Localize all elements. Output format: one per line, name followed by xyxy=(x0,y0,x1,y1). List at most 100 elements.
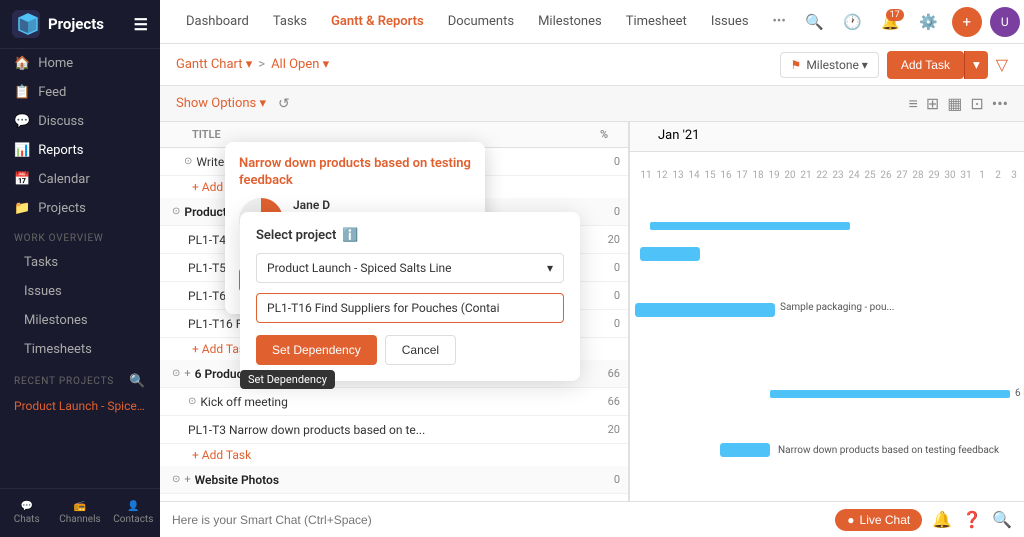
app-title: Projects xyxy=(48,15,104,33)
notifications-icon-bottom[interactable]: 🔔 xyxy=(932,510,952,529)
task-title: Kick off meeting xyxy=(200,395,588,409)
group3-collapse-icon[interactable]: ⊙ xyxy=(172,474,180,485)
nav-timesheet[interactable]: Timesheet xyxy=(616,8,697,35)
help-icon-bottom[interactable]: ❓ xyxy=(962,510,982,529)
subtoolbar-right: ≡ ⊞ ▦ ⊡ ••• xyxy=(909,94,1008,114)
group3-add-icon[interactable]: + xyxy=(184,473,190,486)
milestone-button[interactable]: ⚑ Milestone ▾ xyxy=(780,52,879,78)
work-overview-section: WORK OVERVIEW xyxy=(0,223,160,248)
group2-add-icon[interactable]: + xyxy=(184,367,190,380)
view-more-icon[interactable]: ••• xyxy=(992,94,1008,113)
bar-sample-pkg-label: Sample packaging - pou... xyxy=(780,302,894,313)
sidebar-nav-feed[interactable]: 📋 Feed xyxy=(0,78,160,107)
milestone-icon: ⚑ xyxy=(791,58,802,72)
calendar-icon: 📅 xyxy=(14,172,30,187)
sidebar-item-timesheets[interactable]: Timesheets xyxy=(0,335,160,364)
add-task-link-3[interactable]: + Add Task xyxy=(160,444,628,466)
view-icon-2[interactable]: ⊞ xyxy=(926,94,939,113)
task-pct: 66 xyxy=(588,395,620,408)
table-row[interactable]: ⊙ Kick off meeting 66 xyxy=(160,388,628,416)
contacts-icon: 👤 xyxy=(127,501,139,512)
tooltip-user-name: Jane D xyxy=(293,198,471,212)
notification-badge: 17 xyxy=(886,9,904,21)
table-row-group[interactable]: ⊙ + Website Photos 0 xyxy=(160,466,628,494)
project-select[interactable]: Product Launch - Spiced Salts Line ▾ xyxy=(256,253,564,283)
view-icon-3[interactable]: ▦ xyxy=(947,94,962,113)
bottombar: ● Live Chat 🔔 ❓ 🔍 xyxy=(160,501,1024,537)
footer-contacts[interactable]: 👤 Contacts xyxy=(107,497,160,529)
group3-title: Website Photos xyxy=(195,473,588,487)
sidebar-nav-calendar[interactable]: 📅 Calendar xyxy=(0,165,160,194)
toolbar: Gantt Chart ▾ > All Open ▾ ⚑ Milestone ▾… xyxy=(160,44,1024,86)
topnav: Dashboard Tasks Gantt & Reports Document… xyxy=(160,0,1024,44)
sidebar-nav-discuss[interactable]: 💬 Discuss xyxy=(0,107,160,136)
tool-icon-btn[interactable]: ⚙️ xyxy=(914,7,944,37)
search-icon-btn[interactable]: 🔍 xyxy=(800,7,830,37)
nav-tasks[interactable]: Tasks xyxy=(263,8,317,35)
add-icon-btn[interactable]: + xyxy=(952,7,982,37)
add-task-button[interactable]: Add Task xyxy=(887,51,964,79)
view-icon-4[interactable]: ⊡ xyxy=(970,94,983,113)
reports-icon: 📊 xyxy=(14,143,30,158)
sidebar-nav-reports[interactable]: 📊 Reports xyxy=(0,136,160,165)
smart-chat-input[interactable] xyxy=(172,513,827,527)
cancel-dependency-button[interactable]: Cancel xyxy=(385,335,456,365)
gantt-chart: Jan '21 Sample xyxy=(630,122,1024,501)
feed-icon: 📋 xyxy=(14,85,30,100)
group-collapse-icon[interactable]: ⊙ xyxy=(172,206,180,217)
recent-project-item[interactable]: Product Launch - Spice… xyxy=(0,393,160,419)
nav-issues[interactable]: Issues xyxy=(701,8,759,35)
user-avatar[interactable]: U xyxy=(990,7,1020,37)
nav-documents[interactable]: Documents xyxy=(438,8,524,35)
bar-row-narrow: Narrow down products based on testing fe… xyxy=(630,436,1024,464)
reset-button[interactable]: ↺ xyxy=(278,96,290,112)
nav-more[interactable]: ••• xyxy=(763,8,796,35)
home-icon: 🏠 xyxy=(14,56,30,71)
sidebar-item-tasks[interactable]: Tasks xyxy=(0,248,160,277)
breadcrumb-view[interactable]: Gantt Chart ▾ xyxy=(176,57,252,72)
search-icon-bottom[interactable]: 🔍 xyxy=(992,510,1012,529)
nav-dashboard[interactable]: Dashboard xyxy=(176,8,259,35)
sidebar-footer: 💬 Chats 📻 Channels 👤 Contacts xyxy=(0,488,160,537)
footer-chats[interactable]: 💬 Chats xyxy=(0,497,53,529)
chevron-down-icon: ▾ xyxy=(547,261,553,275)
sidebar-nav-home[interactable]: 🏠 Home xyxy=(0,49,160,78)
bar-narrow xyxy=(720,443,770,457)
bar-mood-boards xyxy=(640,247,700,261)
filter-icon-btn[interactable]: ▽ xyxy=(996,55,1008,74)
topnav-icons: 🔍 🕐 🔔 17 ⚙️ + U xyxy=(800,7,1020,37)
group2-collapse-icon[interactable]: ⊙ xyxy=(172,368,180,379)
sidebar-milestones-label: Milestones xyxy=(24,313,88,328)
set-dependency-modal[interactable]: Select project ℹ️ Product Launch - Spice… xyxy=(240,212,580,381)
task-collapse-icon[interactable]: ⊙ xyxy=(184,156,192,167)
projects-icon: 📁 xyxy=(14,201,30,216)
group3-pct: 0 xyxy=(588,473,620,486)
view-icon-1[interactable]: ≡ xyxy=(909,94,918,114)
subtoolbar: Show Options ▾ ↺ ≡ ⊞ ▦ ⊡ ••• xyxy=(160,86,1024,122)
show-options-button[interactable]: Show Options ▾ xyxy=(176,96,266,111)
bar-row-t4 xyxy=(630,240,1024,268)
bar-sample-pkg: Sample packaging - pou... xyxy=(635,303,775,317)
search-recent-icon[interactable]: 🔍 xyxy=(129,374,146,389)
live-chat-button[interactable]: ● Live Chat xyxy=(835,509,922,531)
sidebar-nav-projects[interactable]: 📁 Projects xyxy=(0,194,160,223)
nav-gantt-reports[interactable]: Gantt & Reports xyxy=(321,8,434,35)
sidebar-item-milestones[interactable]: Milestones xyxy=(0,306,160,335)
set-dependency-button[interactable]: Set Dependency xyxy=(256,335,377,365)
add-task-dropdown-button[interactable]: ▾ xyxy=(964,51,988,79)
clock-icon-btn[interactable]: 🕐 xyxy=(838,7,868,37)
sidebar-menu-icon[interactable]: ☰ xyxy=(134,15,148,34)
bar-row-t16 xyxy=(630,324,1024,352)
breadcrumb-filter[interactable]: All Open ▾ xyxy=(271,57,329,72)
table-row[interactable]: PL1-T3 Narrow down products based on te.… xyxy=(160,416,628,444)
sidebar-nav-reports-label: Reports xyxy=(38,143,83,158)
sidebar-nav-calendar-label: Calendar xyxy=(38,172,90,187)
group-bar-2: 6 Products Selecte... xyxy=(770,390,1010,398)
footer-channels[interactable]: 📻 Channels xyxy=(53,497,106,529)
task-pct: 20 xyxy=(588,423,620,436)
dep-task-field[interactable]: PL1-T16 Find Suppliers for Pouches (Cont… xyxy=(256,293,564,323)
sidebar-item-issues[interactable]: Issues xyxy=(0,277,160,306)
bell-icon-btn[interactable]: 🔔 17 xyxy=(876,7,906,37)
nav-milestones[interactable]: Milestones xyxy=(528,8,612,35)
sidebar-tasks-label: Tasks xyxy=(24,255,58,270)
